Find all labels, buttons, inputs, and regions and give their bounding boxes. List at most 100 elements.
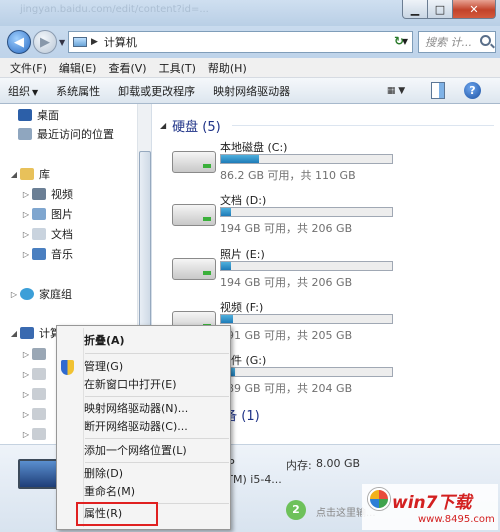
sidebar-item-homegroup[interactable]: ▷ 家庭组 — [8, 285, 72, 303]
menu-tools[interactable]: 工具(T) — [153, 60, 202, 76]
preview-pane-icon[interactable] — [431, 82, 445, 99]
sidebar-item-music[interactable]: ▷ 音乐 — [20, 245, 73, 263]
drive-icon — [32, 388, 46, 400]
sidebar-item-label: 最近访问的位置 — [37, 128, 114, 141]
sidebar-subitem[interactable]: ▷ — [20, 405, 51, 423]
library-icon — [20, 168, 34, 180]
usage-fill — [221, 315, 233, 323]
expand-triangle-icon[interactable]: ▷ — [20, 350, 32, 359]
uninstall-button[interactable]: 卸载或更改程序 — [118, 83, 195, 99]
drive-info: 86.2 GB 可用，共 110 GB — [220, 169, 356, 182]
menu-item-open-new-window[interactable]: 在新窗口中打开(E) — [84, 376, 177, 394]
collapse-triangle-icon[interactable]: ◢ — [8, 170, 20, 179]
sidebar-item-documents[interactable]: ▷ 文档 — [20, 225, 73, 243]
collapse-triangle-icon[interactable]: ◢ — [160, 121, 166, 130]
sidebar-item-videos[interactable]: ▷ 视频 — [20, 185, 73, 203]
homegroup-icon — [20, 288, 34, 300]
sidebar-item-pictures[interactable]: ▷ 图片 — [20, 205, 73, 223]
sidebar-item-libraries[interactable]: ◢ 库 — [8, 165, 50, 183]
organize-label: 组织 — [8, 84, 30, 98]
minimize-button[interactable]: ▁ — [402, 0, 428, 19]
usage-bar — [220, 367, 393, 377]
menu-view[interactable]: 查看(V) — [102, 60, 152, 76]
sidebar-subitem[interactable]: ▷ — [20, 425, 51, 443]
watermark-url: www.8495.com — [418, 514, 495, 525]
breadcrumb-computer[interactable]: 计算机 — [104, 34, 137, 50]
back-button[interactable]: ◀ — [7, 30, 31, 54]
sidebar-item-label: 视频 — [51, 188, 73, 201]
menu-item-disconnect-drive[interactable]: 断开网络驱动器(C)... — [84, 418, 188, 436]
expand-triangle-icon[interactable]: ▷ — [20, 250, 32, 259]
close-button[interactable]: ✕ — [452, 0, 496, 19]
drive-icon — [32, 368, 46, 380]
menu-separator — [85, 353, 229, 354]
title-bar: jingyan.baidu.com/edit/content?id=... ▁ … — [0, 0, 500, 26]
system-properties-button[interactable]: 系统属性 — [56, 83, 100, 99]
windows-logo-icon — [368, 488, 390, 510]
history-dropdown-icon[interactable]: ▼ — [59, 38, 65, 47]
menu-file[interactable]: 文件(F) — [4, 60, 53, 76]
expand-triangle-icon[interactable]: ▷ — [8, 290, 20, 299]
menu-item-rename[interactable]: 重命名(M) — [84, 483, 135, 501]
step-badge: 2 — [286, 500, 306, 520]
sidebar-item-recent[interactable]: 最近访问的位置 — [18, 125, 114, 143]
recent-places-icon — [18, 128, 32, 140]
collapse-triangle-icon[interactable]: ◢ — [8, 329, 20, 338]
menu-item-delete[interactable]: 删除(D) — [84, 465, 123, 483]
drive-icon — [32, 428, 46, 440]
maximize-button[interactable]: □ — [427, 0, 453, 19]
expand-triangle-icon[interactable]: ▷ — [20, 230, 32, 239]
uac-shield-icon — [61, 360, 74, 375]
document-library-icon — [32, 228, 46, 240]
sidebar-item-label: 图片 — [51, 208, 73, 221]
chevron-down-icon: ▼ — [32, 87, 39, 97]
organize-button[interactable]: 组织 ▼ — [8, 83, 38, 99]
expand-triangle-icon[interactable]: ▷ — [20, 430, 32, 439]
sidebar-subitem[interactable]: ▷ — [20, 385, 51, 403]
drive-info: 189 GB 可用，共 204 GB — [220, 382, 353, 395]
forward-button[interactable]: ▶ — [33, 30, 57, 54]
help-icon[interactable]: ? — [464, 82, 481, 99]
menu-separator — [85, 462, 229, 463]
sidebar-subitem[interactable]: ▷ — [20, 345, 51, 363]
drive-info: 194 GB 可用，共 206 GB — [220, 222, 353, 235]
picture-library-icon — [32, 208, 46, 220]
search-input[interactable]: 搜索 计... — [418, 31, 496, 53]
search-icon[interactable] — [480, 35, 491, 46]
expand-triangle-icon[interactable]: ▷ — [20, 370, 32, 379]
sidebar-item-label: 库 — [39, 168, 50, 181]
drive-name: 本地磁盘 (C:) — [220, 141, 288, 154]
menu-separator — [85, 396, 229, 397]
refresh-icon[interactable]: ↻ — [394, 34, 404, 48]
breadcrumb-arrow-icon[interactable]: ▶ — [91, 37, 98, 47]
sidebar-item-desktop[interactable]: 桌面 — [18, 106, 59, 124]
computer-icon — [20, 327, 34, 339]
computer-icon — [73, 37, 87, 47]
drive-item[interactable]: 文档 (D:) 194 GB 可用，共 206 GB — [152, 192, 500, 244]
sidebar-item-label: 桌面 — [37, 109, 59, 122]
usage-bar — [220, 154, 393, 164]
menu-item-collapse[interactable]: 折叠(A) — [84, 332, 125, 350]
expand-triangle-icon[interactable]: ▷ — [20, 410, 32, 419]
menu-item-add-network-location[interactable]: 添加一个网络位置(L) — [84, 442, 187, 460]
divider — [232, 125, 494, 126]
menu-edit[interactable]: 编辑(E) — [53, 60, 103, 76]
menu-help[interactable]: 帮助(H) — [202, 60, 253, 76]
address-bar[interactable]: ▶ 计算机 ▼ — [68, 31, 413, 53]
view-options-icon[interactable]: ▦ ▼ — [383, 82, 409, 99]
address-row: ◀ ▶ ▼ ▶ 计算机 ▼ ↻ 搜索 计... — [0, 26, 500, 58]
sidebar-subitem[interactable]: ▷ — [20, 365, 51, 383]
menu-item-manage[interactable]: 管理(G) — [84, 358, 123, 376]
map-drive-button[interactable]: 映射网络驱动器 — [213, 83, 290, 99]
drive-item[interactable]: 本地磁盘 (C:) 86.2 GB 可用，共 110 GB — [152, 139, 500, 191]
menu-item-map-drive[interactable]: 映射网络驱动器(N)... — [84, 400, 188, 418]
memory-value: 8.00 GB — [316, 457, 361, 470]
group-header-harddisks[interactable]: ◢ 硬盘 (5) — [160, 116, 494, 135]
context-menu: 折叠(A) 管理(G) 在新窗口中打开(E) 映射网络驱动器(N)... 断开网… — [56, 325, 231, 530]
expand-triangle-icon[interactable]: ▷ — [20, 390, 32, 399]
usage-bar — [220, 207, 393, 217]
expand-triangle-icon[interactable]: ▷ — [20, 210, 32, 219]
menu-separator — [85, 438, 229, 439]
drive-item[interactable]: 照片 (E:) 194 GB 可用，共 206 GB — [152, 246, 500, 298]
expand-triangle-icon[interactable]: ▷ — [20, 190, 32, 199]
